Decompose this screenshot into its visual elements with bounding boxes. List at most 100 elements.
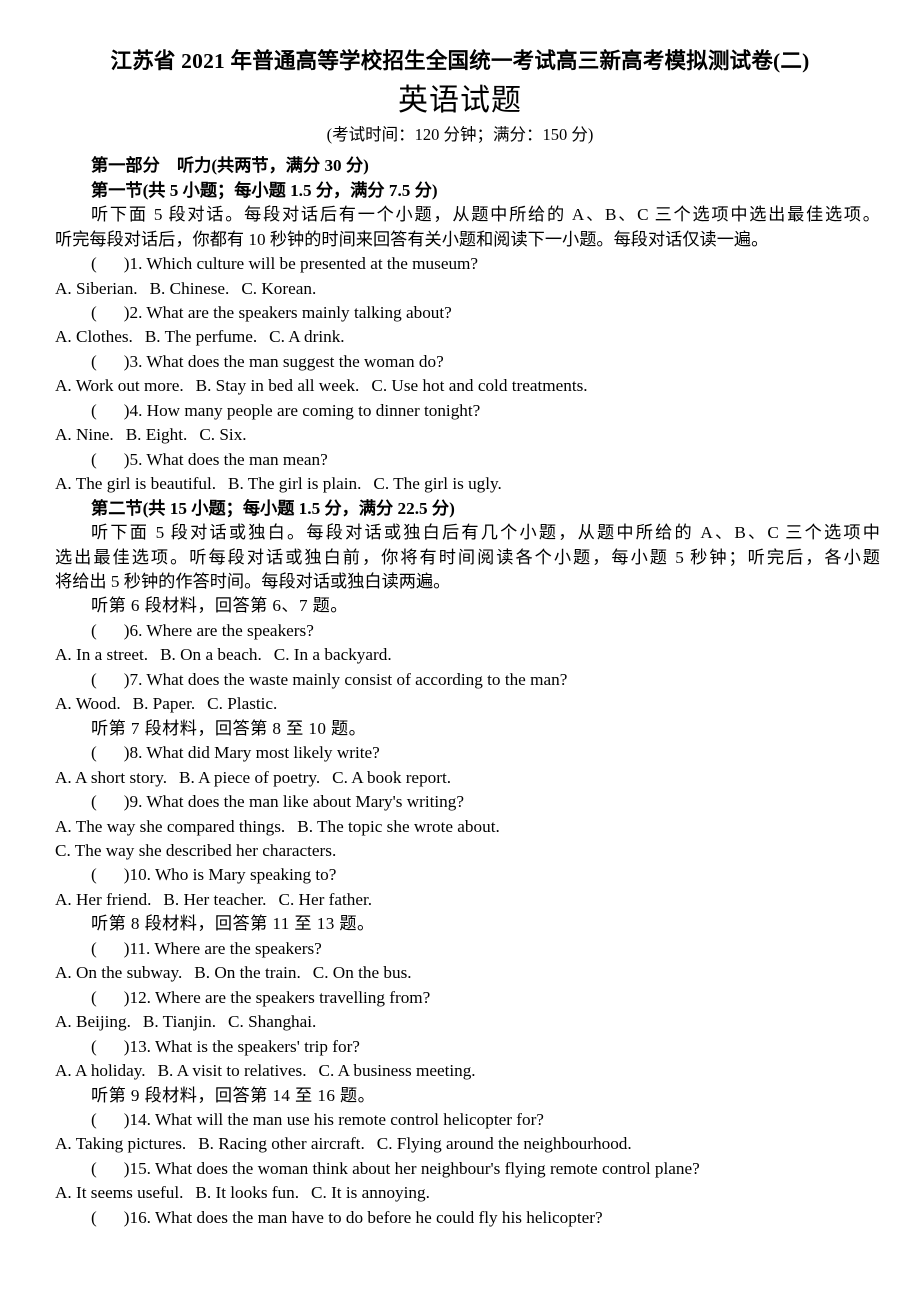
question-number-9: 9 <box>129 792 139 812</box>
question-text-10: Who is Mary speaking to? <box>154 865 337 885</box>
option-a-12[interactable]: A. Beijing. <box>55 1012 131 1031</box>
option-c-10[interactable]: C. Her father. <box>278 890 372 909</box>
question-options-6: A. In a street. B. On a beach. C. In a bac… <box>55 643 880 667</box>
option-c-7[interactable]: C. Plastic. <box>207 694 277 713</box>
option-a-5[interactable]: A. The girl is beautiful. <box>55 474 216 493</box>
answer-bracket-1[interactable]: () <box>91 254 129 273</box>
answer-bracket-11[interactable]: () <box>91 939 129 958</box>
option-b-3[interactable]: B. Stay in bed all week. <box>196 376 360 395</box>
answer-bracket-3[interactable]: () <box>91 352 129 371</box>
answer-bracket-4[interactable]: () <box>91 401 129 420</box>
question-stem-11: ()11. Where are the speakers? <box>91 938 322 958</box>
question-text-11: Where are the speakers? <box>154 938 322 958</box>
question-number-1: 1 <box>129 254 139 274</box>
question-number-13: 13 <box>129 1036 147 1056</box>
material-directive-9: 听第 9 段材料，回答第 14 至 16 题。 <box>91 1085 376 1105</box>
question-number-12: 12 <box>129 987 147 1007</box>
option-a-9[interactable]: A. The way she compared things. <box>55 817 285 836</box>
question-stem-16: ()16. What does the man have to do befor… <box>91 1207 603 1227</box>
question-stem-13: ()13. What is the speakers' trip for? <box>91 1036 360 1056</box>
option-b-13[interactable]: B. A visit to relatives. <box>158 1061 307 1080</box>
question-number-3: 3 <box>129 351 139 371</box>
question-stem-4: ()4. How many people are coming to dinne… <box>91 400 481 420</box>
option-b-15[interactable]: B. It looks fun. <box>195 1183 299 1202</box>
option-c-15[interactable]: C. It is annoying. <box>311 1183 430 1202</box>
answer-bracket-8[interactable]: () <box>91 743 129 762</box>
question-stem-1: ()1. Which culture will be presented at … <box>91 254 479 274</box>
option-c-3[interactable]: C. Use hot and cold treatments. <box>371 376 587 395</box>
option-c-14[interactable]: C. Flying around the neighbourhood. <box>377 1134 632 1153</box>
option-b-6[interactable]: B. On a beach. <box>160 645 262 664</box>
answer-bracket-6[interactable]: () <box>91 621 129 640</box>
option-c-8[interactable]: C. A book report. <box>332 768 451 787</box>
question-stem-9: ()9. What does the man like about Mary's… <box>91 792 465 812</box>
option-c-6[interactable]: C. In a backyard. <box>274 645 392 664</box>
option-a-14[interactable]: A. Taking pictures. <box>55 1134 186 1153</box>
option-a-2[interactable]: A. Clothes. <box>55 327 133 346</box>
question-text-3: What does the man suggest the woman do? <box>146 351 444 371</box>
answer-bracket-16[interactable]: () <box>91 1208 129 1227</box>
answer-bracket-15[interactable]: () <box>91 1159 129 1178</box>
option-c-5[interactable]: C. The girl is ugly. <box>373 474 501 493</box>
option-b-11[interactable]: B. On the train. <box>194 963 300 982</box>
option-b-14[interactable]: B. Racing other aircraft. <box>198 1134 365 1153</box>
question-options-1: A. Siberian. B. Chinese. C. Korean. <box>55 277 880 301</box>
answer-bracket-13[interactable]: () <box>91 1037 129 1056</box>
option-a-15[interactable]: A. It seems useful. <box>55 1183 183 1202</box>
option-a-13[interactable]: A. A holiday. <box>55 1061 146 1080</box>
question-text-9: What does the man like about Mary's writ… <box>146 792 465 812</box>
exam-body: 第一部分 听力(共两节，满分 30 分) 第一节(共 5 小题；每小题 1.5 … <box>0 145 920 1230</box>
answer-bracket-9[interactable]: () <box>91 792 129 811</box>
answer-bracket-14[interactable]: () <box>91 1110 129 1129</box>
option-b-5[interactable]: B. The girl is plain. <box>228 474 361 493</box>
question-options-9-continued: C. The way she described her characters. <box>55 839 880 863</box>
option-a-4[interactable]: A. Nine. <box>55 425 114 444</box>
question-text-15: What does the woman think about her neig… <box>154 1158 700 1178</box>
option-a-11[interactable]: A. On the subway. <box>55 963 182 982</box>
option-a-6[interactable]: A. In a street. <box>55 645 148 664</box>
answer-bracket-7[interactable]: () <box>91 670 129 689</box>
option-c-9[interactable]: C. The way she described her characters. <box>55 841 336 860</box>
option-b-1[interactable]: B. Chinese. <box>150 279 230 298</box>
answer-bracket-10[interactable]: () <box>91 865 129 884</box>
question-stem-6: ()6. Where are the speakers? <box>91 620 314 640</box>
question-number-4: 4 <box>129 400 139 420</box>
question-options-4: A. Nine. B. Eight. C. Six. <box>55 423 880 447</box>
question-stem-15: ()15. What does the woman think about he… <box>91 1158 700 1178</box>
answer-bracket-12[interactable]: () <box>91 988 129 1007</box>
question-options-7: A. Wood. B. Paper. C. Plastic. <box>55 692 880 716</box>
answer-bracket-2[interactable]: () <box>91 303 129 322</box>
question-options-10: A. Her friend. B. Her teacher. C. Her fath… <box>55 888 880 912</box>
option-a-10[interactable]: A. Her friend. <box>55 890 151 909</box>
section-two-instruction-line-2: 选出最佳选项。听每段对话或独白前，你将有时间阅读各个小题，每小题 5 秒钟；听完… <box>55 547 880 567</box>
option-b-9[interactable]: B. The topic she wrote about. <box>297 817 500 836</box>
option-b-12[interactable]: B. Tianjin. <box>143 1012 216 1031</box>
question-number-7: 7 <box>129 669 139 689</box>
question-number-16: 16 <box>129 1207 147 1227</box>
question-text-13: What is the speakers' trip for? <box>154 1036 360 1056</box>
question-options-2: A. Clothes. B. The perfume. C. A drink. <box>55 325 880 349</box>
option-c-12[interactable]: C. Shanghai. <box>228 1012 316 1031</box>
question-text-4: How many people are coming to dinner ton… <box>146 400 481 420</box>
option-a-3[interactable]: A. Work out more. <box>55 376 184 395</box>
option-b-10[interactable]: B. Her teacher. <box>163 890 266 909</box>
option-c-4[interactable]: C. Six. <box>199 425 246 444</box>
question-number-15: 15 <box>129 1158 147 1178</box>
option-c-2[interactable]: C. A drink. <box>269 327 344 346</box>
option-a-8[interactable]: A. A short story. <box>55 768 167 787</box>
option-a-1[interactable]: A. Siberian. <box>55 279 138 298</box>
option-b-7[interactable]: B. Paper. <box>133 694 196 713</box>
option-b-4[interactable]: B. Eight. <box>126 425 188 444</box>
question-options-14: A. Taking pictures. B. Racing other aircr… <box>55 1132 880 1156</box>
question-number-2: 2 <box>129 303 139 323</box>
option-b-8[interactable]: B. A piece of poetry. <box>179 768 320 787</box>
option-a-7[interactable]: A. Wood. <box>55 694 121 713</box>
material-directive-6: 听第 6 段材料，回答第 6、7 题。 <box>91 596 348 616</box>
option-c-11[interactable]: C. On the bus. <box>313 963 412 982</box>
option-c-13[interactable]: C. A business meeting. <box>319 1061 476 1080</box>
option-c-1[interactable]: C. Korean. <box>241 279 316 298</box>
option-b-2[interactable]: B. The perfume. <box>145 327 257 346</box>
question-number-5: 5 <box>129 449 139 469</box>
answer-bracket-5[interactable]: () <box>91 450 129 469</box>
material-directive-8: 听第 8 段材料，回答第 11 至 13 题。 <box>91 914 375 934</box>
